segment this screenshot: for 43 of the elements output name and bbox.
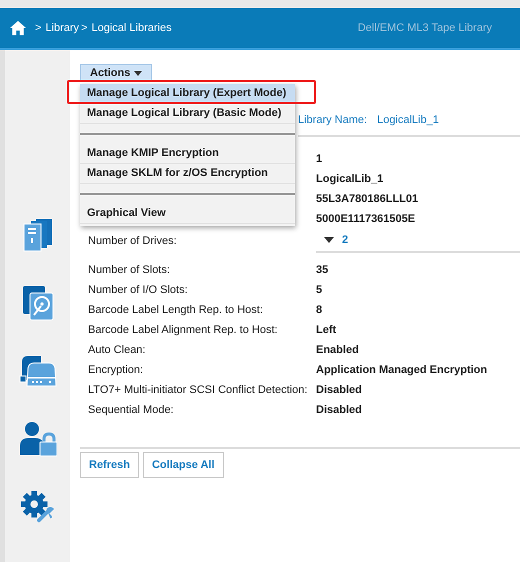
property-value: Application Managed Encryption <box>316 364 488 376</box>
collapse-button[interactable]: Collapse All <box>142 452 224 478</box>
property-value: Disabled <box>316 384 362 396</box>
menu-item[interactable]: Manage SKLM for z/OS Encryption <box>80 164 295 184</box>
hard-disk-icon[interactable] <box>22 285 54 321</box>
property-value: LogicalLib_1 <box>316 173 384 185</box>
property-label: Barcode Label Length Rep. to Host: <box>88 304 263 316</box>
property-value: 1 <box>316 153 322 165</box>
property-label: Encryption: <box>88 364 144 376</box>
breadcrumb-link[interactable]: Logical Libraries <box>92 22 172 34</box>
caret-icon <box>324 236 334 242</box>
property-label: Number of Drives: <box>88 234 177 246</box>
menu-item[interactable]: Graphical View <box>80 204 295 224</box>
property-value: 55L3A780186LLL01 <box>316 193 418 205</box>
property-label: Number of I/O Slots: <box>88 284 188 296</box>
product-title: Dell/EMC ML3 Tape Library <box>358 22 492 34</box>
property-label: Auto Clean: <box>88 344 146 356</box>
property-value: 5000E1117361505E <box>316 213 416 225</box>
user-lock-icon[interactable] <box>18 421 56 457</box>
property-label: Sequential Mode: <box>88 404 174 416</box>
breadcrumb-separator: > <box>81 22 88 34</box>
menu-item[interactable]: Manage Logical Library (Expert Mode) <box>80 84 295 104</box>
home-icon[interactable] <box>9 20 27 36</box>
menu-item[interactable]: Manage Logical Library (Basic Mode) <box>80 104 295 124</box>
library-name-value: LogicalLib_1 <box>377 114 439 126</box>
menu-item[interactable]: Manage KMIP Encryption <box>80 144 295 164</box>
caret-icon <box>134 70 142 76</box>
library-name-label: Library Name: <box>298 114 368 126</box>
property-value: Left <box>316 324 336 336</box>
storage-drive-icon[interactable] <box>18 354 56 388</box>
server-stack-icon[interactable] <box>22 218 54 252</box>
property-label: LTO7+ Multi-initiator SCSI Conflict Detection: <box>88 384 308 396</box>
property-value: Disabled <box>316 404 362 416</box>
property-value: 8 <box>316 304 322 316</box>
property-label: Barcode Label Alignment Rep. to Host: <box>88 324 278 336</box>
property-value: 35 <box>316 264 328 276</box>
breadcrumb-link[interactable]: Library <box>45 22 80 34</box>
property-value: 5 <box>316 284 322 296</box>
drives-expander[interactable]: 2 <box>316 234 348 246</box>
property-value: Enabled <box>316 344 359 356</box>
property-label: Number of Slots: <box>88 264 170 276</box>
refresh-button[interactable]: Refresh <box>80 452 139 478</box>
breadcrumb-separator: > <box>35 22 42 34</box>
